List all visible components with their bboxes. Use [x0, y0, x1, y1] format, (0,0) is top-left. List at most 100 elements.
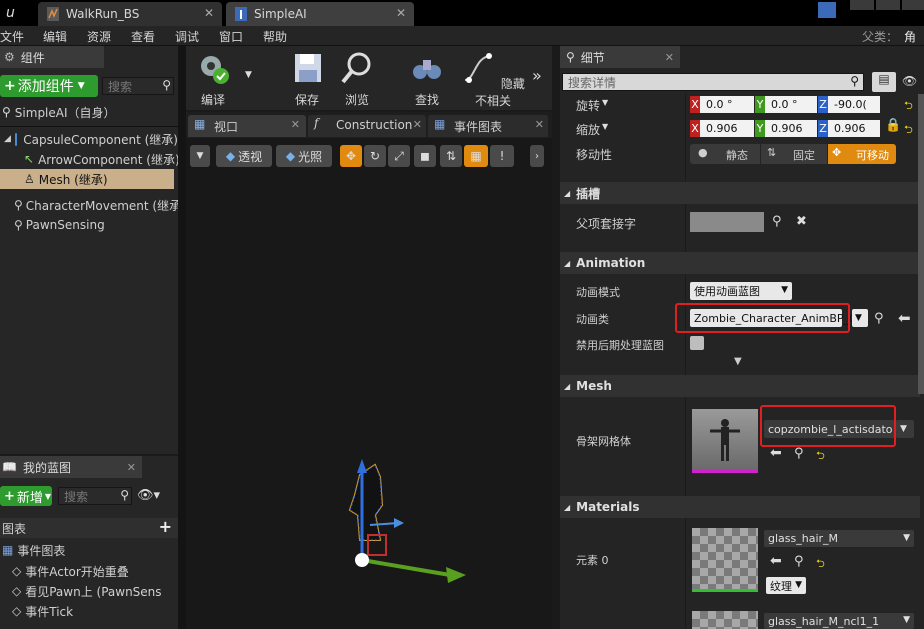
disable-post-checkbox[interactable]: [690, 336, 704, 350]
menu-asset[interactable]: 资源: [87, 28, 111, 45]
menu-help[interactable]: 帮助: [263, 28, 287, 45]
lock-icon[interactable]: 🔒: [885, 118, 901, 133]
close-icon[interactable]: ✕: [535, 118, 544, 131]
search-icon[interactable]: ⚲: [772, 214, 782, 229]
scale-x-field[interactable]: 0.906: [700, 120, 754, 137]
world-local-button[interactable]: ◼: [414, 145, 436, 167]
reset-icon[interactable]: ⮌: [904, 97, 913, 116]
tab-event-graph[interactable]: ▦ 事件图表 ✕: [428, 115, 548, 137]
notification-icon[interactable]: [818, 2, 836, 18]
close-icon[interactable]: ✕: [204, 6, 214, 20]
browse-icon[interactable]: ⚲: [874, 311, 884, 326]
mesh-section-header[interactable]: ◢ Mesh: [560, 375, 920, 397]
panel-splitter[interactable]: [178, 46, 186, 629]
self-item[interactable]: ⚲ SimpleAI（自身）: [0, 102, 178, 122]
menu-edit[interactable]: 编辑: [43, 28, 67, 45]
eye-icon[interactable]: 👁: [902, 74, 917, 88]
blueprint-search-input[interactable]: 搜索 ⚲: [58, 487, 132, 505]
mobility-static-button[interactable]: ● 静态: [690, 144, 760, 164]
scale-y-field[interactable]: 0.906: [765, 120, 817, 137]
menu-view[interactable]: 查看: [131, 28, 155, 45]
advanced-expand-icon[interactable]: ▼: [734, 356, 742, 367]
close-window-button[interactable]: [902, 0, 924, 10]
chevron-down-icon[interactable]: ▼: [602, 122, 608, 131]
clear-icon[interactable]: ✖: [796, 214, 807, 229]
tab-viewport[interactable]: ▦ 视口 ✕: [188, 115, 306, 137]
viewport-options-button[interactable]: ▼: [190, 145, 210, 167]
rotation-y-field[interactable]: 0.0 °: [765, 96, 817, 113]
close-icon[interactable]: ✕: [396, 6, 406, 20]
tab-construction[interactable]: f Construction ✕: [308, 115, 426, 137]
save-button[interactable]: 保存: [284, 50, 330, 108]
component-mesh[interactable]: ♙ Mesh (继承): [0, 169, 174, 189]
hide-unrelated-button[interactable]: 隐藏不相关: [458, 50, 528, 109]
maximize-button[interactable]: [876, 0, 900, 10]
close-icon[interactable]: ✕: [291, 118, 300, 131]
texture-dropdown[interactable]: 纹理 ▼: [766, 577, 806, 594]
event-item[interactable]: ◇ 事件Actor开始重叠: [0, 561, 178, 581]
material1-thumbnail[interactable]: [692, 611, 758, 629]
minimize-button[interactable]: [850, 0, 874, 10]
materials-section-header[interactable]: ◢ Materials: [560, 496, 920, 518]
use-selected-arrow-icon[interactable]: ⬅: [770, 445, 782, 461]
anim-class-dropdown-button[interactable]: ▼: [852, 309, 868, 327]
close-icon[interactable]: ✕: [665, 51, 674, 64]
translate-mode-button[interactable]: ✥: [340, 145, 362, 167]
expand-arrow-icon[interactable]: ◢: [4, 134, 11, 144]
event-item[interactable]: ◇ 看见Pawn上 (PawnSens: [0, 581, 178, 601]
reset-icon[interactable]: ⮌: [904, 121, 913, 140]
menu-window[interactable]: 窗口: [219, 28, 243, 45]
close-icon[interactable]: ✕: [413, 118, 422, 131]
sockets-section-header[interactable]: ◢ 插槽: [560, 182, 920, 204]
event-graph-item[interactable]: ▦ 事件图表: [0, 540, 178, 560]
tab-walkrun-bs[interactable]: WalkRun_BS ✕: [38, 2, 222, 26]
reset-icon[interactable]: ⮌: [816, 555, 825, 574]
animation-section-header[interactable]: ◢ Animation: [560, 252, 920, 274]
tab-simpleai[interactable]: SimpleAI ✕: [226, 2, 414, 26]
viewport-expand-button[interactable]: ›: [530, 145, 544, 167]
component-arrow[interactable]: ↖ ArrowComponent (继承): [0, 149, 180, 169]
toolbar-overflow-icon[interactable]: »: [532, 66, 542, 85]
skeletal-mesh-thumbnail[interactable]: [692, 409, 758, 473]
material1-field[interactable]: glass_hair_M_ncl1_1 ▼: [764, 613, 914, 629]
use-selected-arrow-icon[interactable]: ⬅: [770, 553, 782, 569]
component-character-movement[interactable]: ⚲ CharacterMovement (继承): [0, 195, 186, 215]
rotation-z-field[interactable]: -90.0(: [828, 96, 880, 113]
menu-file[interactable]: 文件: [0, 28, 24, 45]
perspective-button[interactable]: ◆ 透视: [216, 145, 272, 167]
browse-icon[interactable]: ⚲: [794, 554, 804, 569]
rotation-x-field[interactable]: 0.0 °: [700, 96, 754, 113]
mobility-movable-button[interactable]: ✥ 可移动: [828, 144, 896, 164]
parent-socket-field[interactable]: [690, 212, 764, 232]
material0-field[interactable]: glass_hair_M ▼: [764, 530, 914, 547]
compile-options-chevron-icon[interactable]: ▼: [245, 70, 252, 80]
scale-mode-button[interactable]: ⤢: [388, 145, 410, 167]
menu-debug[interactable]: 调试: [175, 28, 199, 45]
component-capsule[interactable]: ◢ CapsuleComponent (继承): [0, 129, 178, 149]
add-component-button[interactable]: + 添加组件 ▼: [0, 75, 98, 97]
reset-icon[interactable]: ⮌: [816, 447, 825, 466]
add-graph-icon[interactable]: +: [159, 517, 172, 536]
eye-icon[interactable]: 👁▾: [137, 488, 160, 503]
event-item[interactable]: ◇ 事件Tick: [0, 601, 178, 621]
details-search-input[interactable]: 搜索详情 ⚲: [562, 73, 864, 91]
lit-button[interactable]: ◆ 光照: [276, 145, 332, 167]
chevron-down-icon[interactable]: ▼: [602, 98, 608, 107]
close-icon[interactable]: ✕: [127, 461, 136, 474]
use-selected-arrow-icon[interactable]: ⬅: [898, 309, 911, 327]
browse-icon[interactable]: ⚲: [794, 446, 804, 461]
material0-thumbnail[interactable]: [692, 528, 758, 592]
browse-button[interactable]: 浏览: [334, 50, 380, 108]
component-pawn-sensing[interactable]: ⚲ PawnSensing: [0, 215, 178, 235]
mobility-stationary-button[interactable]: ⇅ 固定: [761, 144, 827, 164]
rotate-mode-button[interactable]: ↻: [364, 145, 386, 167]
new-button[interactable]: + 新增 ▼: [0, 486, 52, 506]
compile-button[interactable]: 编译: [190, 50, 236, 108]
grid-snap-button[interactable]: ▦: [464, 145, 488, 167]
components-search-input[interactable]: 搜索 ⚲: [102, 77, 174, 95]
anim-mode-dropdown[interactable]: 使用动画蓝图 ▼: [690, 282, 792, 300]
scale-z-field[interactable]: 0.906: [828, 120, 880, 137]
surface-snap-button[interactable]: ⇅: [440, 145, 462, 167]
details-scrollbar[interactable]: [918, 94, 924, 394]
warning-button[interactable]: !: [490, 145, 514, 167]
